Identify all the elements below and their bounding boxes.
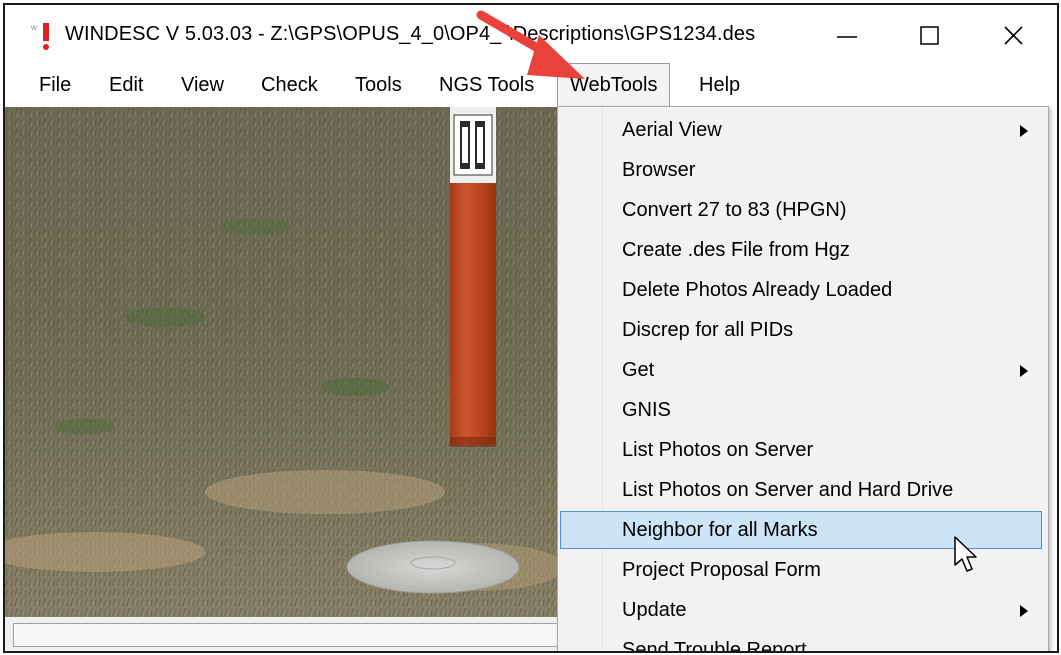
menu-item-label: Get xyxy=(622,359,655,381)
menu-item-gnis[interactable]: GNIS xyxy=(560,391,1042,429)
menu-item-get[interactable]: Get xyxy=(560,351,1042,389)
svg-text:w: w xyxy=(31,23,37,32)
menu-item-label: Create .des File from Hgz xyxy=(622,239,850,261)
menu-item-update[interactable]: Update xyxy=(560,591,1042,629)
menu-item-label: Update xyxy=(622,599,687,621)
menu-item-label: Neighbor for all Marks xyxy=(622,519,818,541)
survey-mark-photo xyxy=(5,107,565,617)
menu-item-label: GNIS xyxy=(622,399,671,421)
menu-view[interactable]: View xyxy=(169,63,236,107)
menu-item-list-photos-server[interactable]: List Photos on Server xyxy=(560,431,1042,469)
menu-help[interactable]: Help xyxy=(687,63,752,107)
menu-item-list-photos-server-hard-drive[interactable]: List Photos on Server and Hard Drive xyxy=(560,471,1042,509)
minimize-icon[interactable] xyxy=(815,15,875,55)
title-bar: w WINDESC V 5.03.03 - Z:\GPS\OPUS_4_0\OP… xyxy=(5,5,1057,63)
menu-item-aerial-view[interactable]: Aerial View xyxy=(560,111,1042,149)
menu-item-label: Delete Photos Already Loaded xyxy=(622,279,893,301)
menu-bar: File Edit View Check Tools NGS Tools Web… xyxy=(5,63,1057,107)
menu-item-browser[interactable]: Browser xyxy=(560,151,1042,189)
menu-item-label: Project Proposal Form xyxy=(622,559,821,581)
maximize-icon[interactable] xyxy=(899,15,959,55)
menu-item-label: List Photos on Server xyxy=(622,439,814,461)
windesc-app-icon[interactable]: w xyxy=(30,21,53,51)
menu-item-create-des-file[interactable]: Create .des File from Hgz xyxy=(560,231,1042,269)
menu-ngs-tools[interactable]: NGS Tools xyxy=(427,63,546,107)
status-field xyxy=(13,623,565,647)
windesc-window: w WINDESC V 5.03.03 - Z:\GPS\OPUS_4_0\OP… xyxy=(3,3,1059,653)
menu-item-label: List Photos on Server and Hard Drive xyxy=(622,479,954,501)
submenu-arrow-icon xyxy=(1020,365,1028,377)
submenu-arrow-icon xyxy=(1020,125,1028,137)
menu-item-send-trouble-report[interactable]: Send Trouble Report xyxy=(560,631,1042,653)
status-bar xyxy=(5,617,565,651)
menu-item-discrep-all-pids[interactable]: Discrep for all PIDs xyxy=(560,311,1042,349)
menu-tools[interactable]: Tools xyxy=(343,63,414,107)
menu-item-label: Discrep for all PIDs xyxy=(622,319,794,341)
menu-item-label: Send Trouble Report xyxy=(622,639,807,653)
menu-item-label: Browser xyxy=(622,159,696,181)
menu-item-convert-27-to-83[interactable]: Convert 27 to 83 (HPGN) xyxy=(560,191,1042,229)
menu-item-label: Convert 27 to 83 (HPGN) xyxy=(622,199,847,221)
window-title: WINDESC V 5.03.03 - Z:\GPS\OPUS_4_0\OP4_… xyxy=(65,23,756,45)
menu-item-label: Aerial View xyxy=(622,119,722,141)
menu-webtools[interactable]: WebTools xyxy=(557,63,671,107)
mouse-cursor-icon xyxy=(954,536,977,572)
close-icon[interactable] xyxy=(983,15,1043,55)
menu-edit[interactable]: Edit xyxy=(97,63,155,107)
menu-check[interactable]: Check xyxy=(249,63,330,107)
menu-file[interactable]: File xyxy=(27,63,83,107)
menu-item-delete-photos[interactable]: Delete Photos Already Loaded xyxy=(560,271,1042,309)
submenu-arrow-icon xyxy=(1020,605,1028,617)
